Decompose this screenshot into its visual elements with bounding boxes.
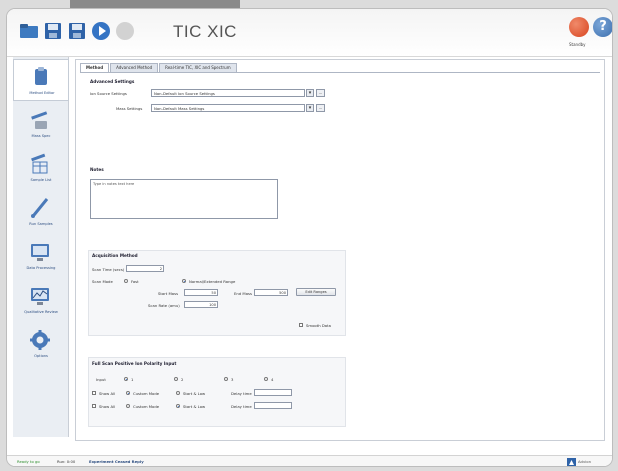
- row1-delay-input[interactable]: [254, 389, 292, 396]
- pipette-icon: [31, 198, 49, 218]
- scan-mode-normal-radio[interactable]: [182, 279, 186, 283]
- scan-mode-fast-radio[interactable]: [124, 279, 128, 283]
- sample-list-icon: [31, 153, 48, 174]
- row2-delay-input[interactable]: [254, 402, 292, 409]
- input-2-radio[interactable]: [174, 377, 178, 381]
- start-mass-input[interactable]: 50: [184, 289, 218, 296]
- power-icon[interactable]: [569, 17, 589, 37]
- scan-time-label: Scan Time (secs): [92, 267, 125, 272]
- clipboard-icon: [35, 67, 47, 85]
- row1-show-all-label: Show All: [99, 391, 116, 396]
- input-4-label: 4: [271, 377, 274, 382]
- row1-delay-label: Delay time: [231, 391, 252, 396]
- status-run: Run: 0:00: [57, 459, 76, 464]
- tab-method[interactable]: Method: [80, 63, 110, 72]
- scan-rate-input[interactable]: 100: [184, 301, 218, 308]
- play-icon[interactable]: [91, 21, 111, 41]
- brand-logo-icon: [567, 458, 576, 466]
- row1-start-low-label: Start & Low: [183, 391, 206, 396]
- tab-divider: [80, 72, 600, 73]
- input-4-radio[interactable]: [264, 377, 268, 381]
- smooth-data-label: Smooth Data: [306, 323, 331, 328]
- sidebar-item-options[interactable]: Options: [13, 323, 69, 365]
- row1-start-low-radio[interactable]: [176, 391, 180, 395]
- tab-advanced-method[interactable]: Advanced Method: [110, 63, 159, 72]
- open-folder-icon[interactable]: [19, 21, 39, 41]
- brand-name: Advion: [578, 459, 591, 464]
- ion-source-select[interactable]: Non-Default Ion Source Settings: [151, 89, 305, 97]
- row2-start-low-radio[interactable]: [176, 404, 180, 408]
- sidebar: Method Editor Mass Spec Sample List Run …: [13, 57, 69, 437]
- start-mass-label: Start Mass: [158, 291, 179, 296]
- ion-source-label: Ion Source Settings: [90, 91, 127, 96]
- monitor-icon: [31, 244, 49, 261]
- tab-realtime-tic-xic[interactable]: Real-time TIC, XIC and Spectrum: [159, 63, 237, 72]
- scan-mode-label: Scan Mode: [92, 279, 113, 284]
- mass-settings-select[interactable]: Non-Default Mass Settings: [151, 104, 305, 112]
- input-3-radio[interactable]: [224, 377, 228, 381]
- input-1-radio[interactable]: [124, 377, 128, 381]
- row2-start-low-label: Start & Low: [183, 404, 206, 409]
- main-content: Method Advanced Method Real-time TIC, XI…: [75, 59, 605, 441]
- input-2-label: 2: [181, 377, 184, 382]
- sidebar-item-mass-spec[interactable]: Mass Spec: [13, 103, 69, 145]
- sidebar-item-method-editor[interactable]: Method Editor: [13, 59, 69, 101]
- tab-bar: Method Advanced Method Real-time TIC, XI…: [80, 63, 238, 72]
- scan-rate-label: Scan Rate (amu): [148, 303, 180, 308]
- row2-show-all-checkbox[interactable]: [92, 404, 96, 408]
- stop-icon[interactable]: [115, 21, 135, 41]
- sidebar-item-data-processing[interactable]: Data Processing: [13, 235, 69, 277]
- advanced-settings-title: Advanced Settings: [90, 79, 135, 84]
- gear-icon: [30, 330, 50, 350]
- input-1-label: 1: [131, 377, 134, 382]
- status-bar: Ready to go Run: 0:00 Experiment Ceased …: [7, 455, 612, 466]
- help-icon[interactable]: ?: [593, 17, 612, 37]
- status-ready: Ready to go: [17, 459, 40, 464]
- notes-title: Notes: [90, 167, 104, 172]
- header-bar: TIC XIC ? Standby: [7, 9, 612, 57]
- save-as-icon[interactable]: [67, 21, 87, 41]
- power-label: Standby: [569, 42, 586, 47]
- scan-mode-fast-label: Fast: [131, 279, 139, 284]
- chevron-down-icon[interactable]: ▾: [306, 104, 314, 112]
- full-scan-title: Full Scan Positive Ion Polarity Input: [92, 361, 177, 366]
- end-mass-label: End Mass: [234, 291, 252, 296]
- row2-custom-radio[interactable]: [126, 404, 130, 408]
- input-label: Input: [96, 377, 106, 382]
- chevron-down-icon[interactable]: ▾: [306, 89, 314, 97]
- sidebar-item-run-samples[interactable]: Run Samples: [13, 191, 69, 233]
- save-icon[interactable]: [43, 21, 63, 41]
- mass-settings-browse-button[interactable]: ...: [316, 104, 325, 112]
- edit-ranges-button[interactable]: Edit Ranges: [296, 288, 336, 296]
- row2-delay-label: Delay time: [231, 404, 252, 409]
- chart-monitor-icon: [31, 288, 49, 305]
- row2-show-all-label: Show All: [99, 404, 116, 409]
- row1-custom-label: Custom Mode: [133, 391, 160, 396]
- sidebar-item-sample-list[interactable]: Sample List: [13, 147, 69, 189]
- scan-mode-normal-label: Normal/Extended Range: [189, 279, 236, 284]
- app-title: TIC XIC: [173, 22, 237, 41]
- status-warning: Experiment Ceased Reply: [89, 459, 144, 464]
- scan-time-input[interactable]: 2: [126, 265, 164, 272]
- smooth-data-checkbox[interactable]: [299, 323, 303, 327]
- row2-custom-label: Custom Mode: [133, 404, 160, 409]
- ion-source-browse-button[interactable]: ...: [316, 89, 325, 97]
- mass-spec-icon: [31, 111, 48, 129]
- mass-settings-label: Mass Settings: [116, 106, 143, 111]
- notes-textarea[interactable]: Type in notes text here: [90, 179, 278, 219]
- row1-show-all-checkbox[interactable]: [92, 391, 96, 395]
- input-3-label: 3: [231, 377, 234, 382]
- end-mass-input[interactable]: 500: [254, 289, 288, 296]
- acquisition-title: Acquisition Method: [92, 253, 138, 258]
- row1-custom-radio[interactable]: [126, 391, 130, 395]
- app-window: TIC XIC ? Standby Method Editor Mass Spe…: [6, 8, 613, 467]
- sidebar-item-qualitative-review[interactable]: Qualitative Review: [13, 279, 69, 321]
